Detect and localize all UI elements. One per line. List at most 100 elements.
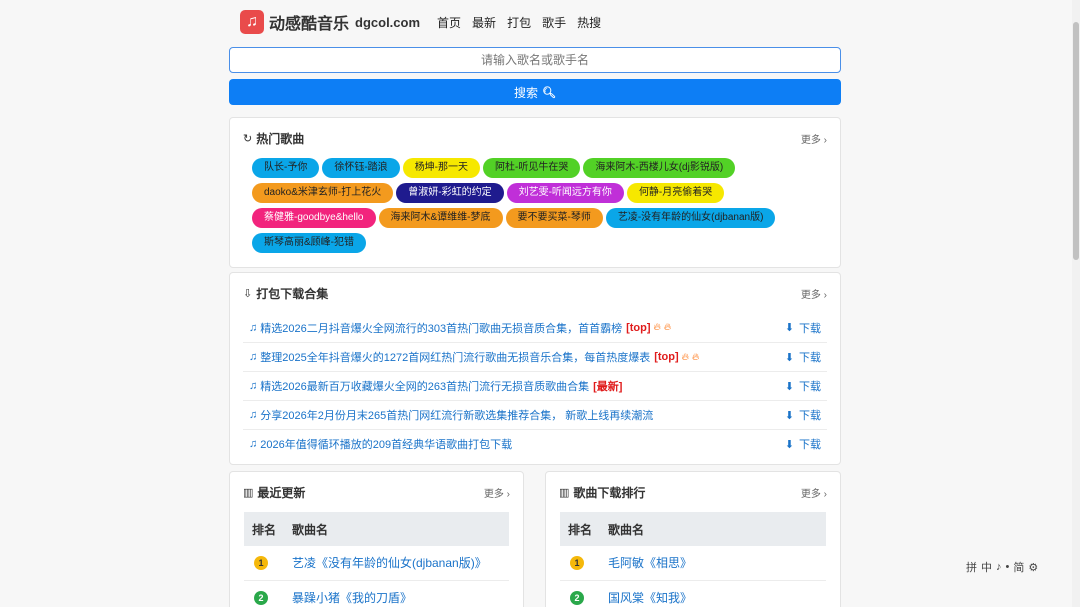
page-container: ♫ 动感酷音乐 dgcol.com 首页 最新 打包 歌手 热搜 搜索 🔍︎	[229, 0, 841, 105]
hot-song-tag[interactable]: 杨坤-那一天	[402, 158, 481, 178]
ime-toolbar-item[interactable]: ⚙	[1028, 561, 1038, 574]
nav-packs[interactable]: 打包	[507, 14, 531, 31]
download-label: 下载	[799, 381, 821, 393]
fire-icon: 🔥︎	[681, 351, 689, 363]
site-logo[interactable]: ♫ 动感酷音乐 dgcol.com	[240, 10, 420, 34]
bar-chart-icon: ▥	[559, 486, 570, 499]
hot-song-tag[interactable]: daoko&米津玄师-打上花火	[252, 183, 394, 203]
hot-song-tag[interactable]: 何静-月亮偷着哭	[626, 183, 725, 203]
ranking-title: 歌曲下载排行	[573, 485, 646, 500]
hot-song-tag[interactable]: 海来阿木&谭维维-梦底	[378, 208, 503, 228]
pack-link[interactable]: ♫ 精选2026最新百万收藏爆火全网的263首热门流行无损音质歌曲合集 [最新]	[249, 378, 622, 394]
rank-badge: 2	[254, 590, 268, 605]
search-button[interactable]: 搜索 🔍︎	[229, 79, 841, 105]
ime-toolbar-item[interactable]: ♪	[996, 561, 1002, 573]
pack-title: 精选2026二月抖音爆火全网流行的303首热门歌曲无损音质合集，首首霸榜	[260, 322, 623, 335]
download-icon: ⬇	[784, 322, 794, 334]
download-link[interactable]: ⬇ 下载	[785, 436, 821, 452]
download-link[interactable]: ⬇ 下载	[785, 320, 821, 336]
chevron-right-icon: ›	[823, 289, 827, 301]
pack-badge: [最新]	[593, 381, 623, 393]
pack-badge: [top]	[654, 351, 679, 363]
hot-song-tags: 队长-予你 徐怀钰-踏浪 杨坤-那一天 阿杜-听见牛在哭 海来阿木-西楼儿女(dj影锐版…	[230, 158, 840, 258]
search-icon: 🔍︎	[542, 86, 556, 99]
hot-song-tag[interactable]: 蔡健雅-goodbye&hello	[252, 208, 376, 228]
pack-link[interactable]: ♫ 2026年值得循环播放的209首经典华语歌曲打包下载	[249, 436, 512, 452]
ime-toolbar-item[interactable]: 拼	[966, 559, 977, 575]
ime-toolbar-item[interactable]: •	[1006, 561, 1010, 573]
download-label: 下载	[799, 439, 821, 451]
pack-link[interactable]: ♫ 分享2026年2月份月末265首热门网红流行新歌选集推荐合集， 新歌上线再续潮…	[249, 407, 653, 423]
col-song: 歌曲名	[284, 512, 509, 546]
site-name: 动感酷音乐	[269, 16, 350, 33]
music-note-icon: ♫	[249, 351, 258, 363]
chevron-right-icon: ›	[823, 488, 827, 500]
packs-more-link[interactable]: 更多 ›	[801, 286, 827, 301]
pack-title: 分享2026年2月份月末265首热门网红流行新歌选集推荐合集， 新歌上线再续潮流	[260, 410, 654, 422]
song-link[interactable]: 艺凌《没有年龄的仙女(djbanan版)》	[284, 546, 509, 581]
nav-hot-search[interactable]: 热搜	[577, 14, 601, 31]
hot-song-tag[interactable]: 阿杜-听见牛在哭	[483, 158, 581, 178]
hot-song-tag[interactable]: 曾淑妍-彩虹的约定	[396, 183, 504, 203]
fire-icon: 🔥︎	[663, 322, 672, 333]
recent-title: 最近更新	[257, 485, 306, 500]
hot-song-tag[interactable]: 徐怀钰-踏浪	[322, 158, 400, 178]
ranking-more-link[interactable]: 更多 ›	[801, 485, 827, 500]
pack-badge: [top]	[626, 321, 651, 334]
download-icon: ⬇	[784, 409, 794, 422]
col-rank: 排名	[560, 512, 600, 546]
pack-row: ♫ 整理2025全年抖音爆火的1272首网红热门流行歌曲无损音乐合集，每首热度爆表…	[243, 342, 827, 371]
scrollbar-thumb[interactable]	[1073, 22, 1079, 260]
hot-song-tag[interactable]: 海来阿木-西楼儿女(dj影锐版)	[583, 158, 736, 178]
music-note-icon: ♫	[249, 380, 258, 392]
packs-title: 打包下载合集	[256, 286, 329, 301]
page-scrollbar[interactable]	[1072, 0, 1080, 607]
ranking-table: 排名 歌曲名 1 毛阿敏《相思》 2 国风棠《知我》	[560, 512, 826, 607]
fire-icon: 🔥︎	[653, 322, 661, 333]
search-input[interactable]	[229, 47, 841, 73]
music-note-icon: ♫	[249, 409, 258, 421]
song-link[interactable]: 暴躁小猪《我的刀盾》	[284, 580, 509, 607]
table-row: 2 暴躁小猪《我的刀盾》	[244, 580, 509, 607]
hot-song-tag[interactable]: 斯琴高丽&顾峰-犯错	[252, 233, 366, 253]
hot-song-tag[interactable]: 队长-予你	[252, 158, 320, 178]
download-ranking-card: ▥ 歌曲下载排行 更多 › 排名 歌曲名 1 毛阿敏《相思》 2 国风棠《知我》	[545, 471, 841, 607]
ime-toolbar[interactable]: 拼中 ♪ • 简 ⚙	[966, 558, 1080, 576]
table-row: 1 毛阿敏《相思》	[560, 546, 826, 581]
packs-card: ⇩ 打包下载合集 更多 › ♫ 精选2026二月抖音爆火全网流行的303首热门歌曲…	[229, 272, 841, 465]
recent-updates-card: ▥ 最近更新 更多 › 排名 歌曲名 1 艺凌《没有年龄的仙女(djbanan版)…	[229, 471, 524, 607]
col-rank: 排名	[244, 512, 284, 546]
song-link[interactable]: 国风棠《知我》	[600, 580, 826, 607]
hot-songs-title: 热门歌曲	[256, 131, 305, 146]
bar-chart-icon: ▥	[243, 486, 254, 499]
hot-song-tag[interactable]: 要不要买菜-琴师	[505, 208, 603, 228]
chevron-right-icon: ›	[823, 134, 827, 146]
rank-badge: 1	[254, 556, 268, 571]
pack-link[interactable]: ♫ 整理2025全年抖音爆火的1272首网红热门流行歌曲无损音乐合集，每首热度爆表…	[249, 349, 699, 365]
table-row: 1 艺凌《没有年龄的仙女(djbanan版)》	[244, 546, 509, 581]
recent-more-link[interactable]: 更多 ›	[484, 485, 510, 500]
recent-table: 排名 歌曲名 1 艺凌《没有年龄的仙女(djbanan版)》 2 暴躁小猪《我的刀盾》	[244, 512, 509, 607]
site-domain: dgcol.com	[355, 14, 421, 30]
hot-song-tag[interactable]: 艺凌-没有年龄的仙女(djbanan版)	[605, 208, 776, 228]
table-row: 2 国风棠《知我》	[560, 580, 826, 607]
music-note-icon: ♫	[249, 321, 258, 334]
ime-toolbar-item[interactable]: 简	[1013, 559, 1024, 575]
chevron-right-icon: ›	[506, 488, 510, 500]
download-link[interactable]: ⬇ 下载	[785, 407, 821, 423]
main-nav: 首页 最新 打包 歌手 热搜	[437, 14, 612, 31]
download-link[interactable]: ⬇ 下载	[785, 349, 821, 365]
music-note-icon: ♫	[240, 10, 264, 34]
pack-row: ♫ 2026年值得循环播放的209首经典华语歌曲打包下载 ⬇ 下载	[243, 429, 827, 458]
ime-toolbar-item[interactable]: 中	[981, 559, 992, 575]
hot-song-tag[interactable]: 刘艺雯-听闻远方有你	[506, 183, 624, 203]
nav-home[interactable]: 首页	[437, 14, 461, 31]
pack-row: ♫ 精选2026最新百万收藏爆火全网的263首热门流行无损音质歌曲合集 [最新] ⬇ 下…	[243, 371, 827, 400]
pack-link[interactable]: ♫ 精选2026二月抖音爆火全网流行的303首热门歌曲无损音质合集，首首霸榜 [to…	[249, 320, 671, 336]
song-link[interactable]: 毛阿敏《相思》	[600, 546, 826, 581]
nav-singers[interactable]: 歌手	[542, 14, 566, 31]
pack-row: ♫ 分享2026年2月份月末265首热门网红流行新歌选集推荐合集， 新歌上线再续潮…	[243, 400, 827, 429]
nav-latest[interactable]: 最新	[472, 14, 496, 31]
download-link[interactable]: ⬇ 下载	[785, 378, 821, 394]
hot-songs-more-link[interactable]: 更多 ›	[801, 131, 827, 146]
